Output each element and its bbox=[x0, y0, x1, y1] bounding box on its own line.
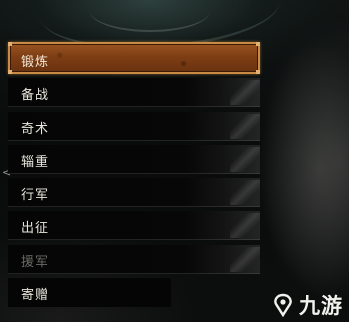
menu-item-tactics[interactable]: 奇术 bbox=[8, 111, 260, 141]
menu-item-label: 备战 bbox=[21, 88, 50, 104]
menu-item-march[interactable]: 行军 bbox=[8, 178, 260, 208]
menu-item-expedition[interactable]: 出征 bbox=[8, 211, 260, 241]
corner-ornament bbox=[256, 70, 260, 74]
corner-ornament bbox=[8, 42, 12, 46]
menu-item-training[interactable]: 锻炼 bbox=[8, 42, 260, 74]
menu-item-label: 辎重 bbox=[21, 154, 50, 170]
watermark-logo: 九游 bbox=[271, 290, 343, 320]
menu-item-label: 出征 bbox=[21, 221, 50, 237]
menu-item-label: 援军 bbox=[21, 254, 50, 270]
menu-item-prepare[interactable]: 备战 bbox=[8, 78, 260, 108]
menu-item-label: 行军 bbox=[21, 188, 50, 204]
menu-item-label: 锻炼 bbox=[21, 55, 50, 70]
corner-ornament bbox=[8, 70, 12, 74]
jiuyou-logo-icon bbox=[274, 293, 292, 317]
background-smoke-right bbox=[259, 40, 349, 300]
command-menu: 锻炼 备战 奇术 辎重 行军 出征 援军 寄赠 bbox=[8, 42, 260, 311]
watermark-text: 九游 bbox=[299, 294, 343, 318]
menu-item-gift[interactable]: 寄赠 bbox=[8, 278, 171, 308]
menu-item-label: 寄赠 bbox=[21, 288, 50, 304]
menu-item-supplies[interactable]: 辎重 bbox=[8, 144, 260, 174]
menu-item-reinforcements[interactable]: 援军 bbox=[8, 244, 260, 274]
corner-ornament bbox=[256, 42, 260, 46]
game-screen: < 锻炼 备战 奇术 辎重 行军 出征 援军 寄赠 九游 bbox=[0, 0, 349, 322]
menu-item-label: 奇术 bbox=[21, 121, 50, 137]
